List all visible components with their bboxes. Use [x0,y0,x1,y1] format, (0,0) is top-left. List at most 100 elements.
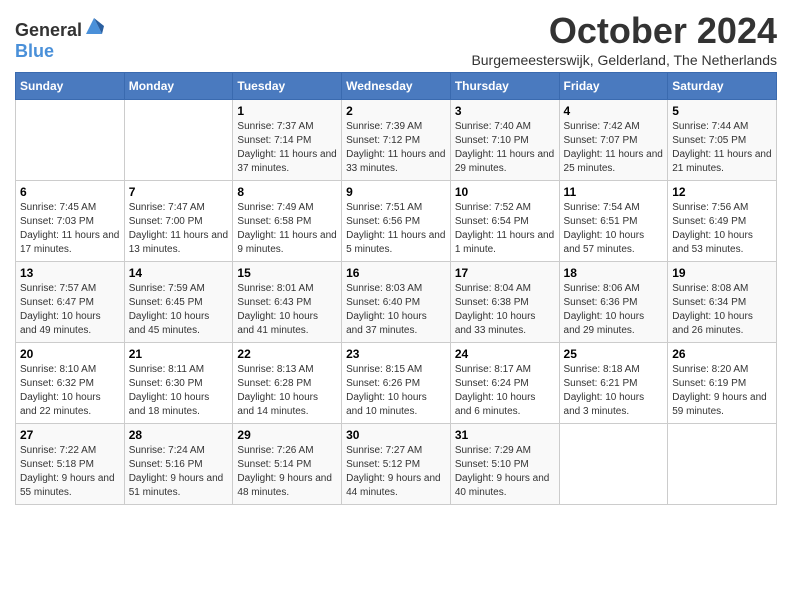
calendar-table: SundayMondayTuesdayWednesdayThursdayFrid… [15,72,777,505]
week-row-1: 1Sunrise: 7:37 AMSunset: 7:14 PMDaylight… [16,100,777,181]
day-cell: 19 Sunrise: 8:08 AMSunset: 6:34 PMDayligh… [668,262,777,343]
logo-text: General Blue [15,16,104,62]
calendar-header: SundayMondayTuesdayWednesdayThursdayFrid… [16,73,777,100]
day-cell [16,100,125,181]
day-number: 29 [237,428,337,442]
day-number: 22 [237,347,337,361]
day-number: 15 [237,266,337,280]
day-cell: 8 Sunrise: 7:49 AMSunset: 6:58 PMDaylight… [233,181,342,262]
day-number: 16 [346,266,446,280]
day-info: Sunrise: 7:52 AMSunset: 6:54 PMDaylight:… [455,201,555,257]
week-row-5: 27Sunrise: 7:22 AMSunset: 5:18 PMDayligh… [16,424,777,505]
day-info: Sunrise: 7:24 AMSunset: 5:16 PMDaylight:… [129,444,229,500]
day-info: Sunrise: 7:57 AMSunset: 6:47 PMDaylight:… [20,282,120,338]
day-info: Sunrise: 8:20 AMSunset: 6:19 PMDaylight:… [672,363,772,419]
day-info: Sunrise: 7:29 AMSunset: 5:10 PMDaylight:… [455,444,555,500]
day-number: 19 [672,266,772,280]
day-header-friday: Friday [559,73,668,100]
calendar-body: 1Sunrise: 7:37 AMSunset: 7:14 PMDaylight… [16,100,777,505]
day-header-saturday: Saturday [668,73,777,100]
day-info: Sunrise: 8:10 AMSunset: 6:32 PMDaylight:… [20,363,120,419]
day-info: Sunrise: 7:45 AMSunset: 7:03 PMDaylight:… [20,201,120,257]
day-number: 8 [237,185,337,199]
day-number: 18 [564,266,664,280]
day-cell [559,424,668,505]
day-cell: 10 Sunrise: 7:52 AMSunset: 6:54 PMDayligh… [450,181,559,262]
day-header-tuesday: Tuesday [233,73,342,100]
day-cell: 26 Sunrise: 8:20 AMSunset: 6:19 PMDayligh… [668,343,777,424]
day-cell: 18Sunrise: 8:06 AMSunset: 6:36 PMDayligh… [559,262,668,343]
day-info: Sunrise: 8:13 AMSunset: 6:28 PMDaylight:… [237,363,337,419]
logo-general: General [15,20,82,40]
day-info: Sunrise: 7:51 AMSunset: 6:56 PMDaylight:… [346,201,446,257]
day-number: 26 [672,347,772,361]
day-info: Sunrise: 7:37 AMSunset: 7:14 PMDaylight:… [237,120,337,176]
day-info: Sunrise: 8:01 AMSunset: 6:43 PMDaylight:… [237,282,337,338]
location-subtitle: Burgemeesterswijk, Gelderland, The Nethe… [471,52,777,68]
day-info: Sunrise: 8:03 AMSunset: 6:40 PMDaylight:… [346,282,446,338]
day-info: Sunrise: 7:42 AMSunset: 7:07 PMDaylight:… [564,120,664,176]
day-cell: 30 Sunrise: 7:27 AMSunset: 5:12 PMDayligh… [342,424,451,505]
day-cell: 15 Sunrise: 8:01 AMSunset: 6:43 PMDayligh… [233,262,342,343]
day-number: 9 [346,185,446,199]
logo: General Blue [15,16,104,62]
day-cell: 7 Sunrise: 7:47 AMSunset: 7:00 PMDaylight… [124,181,233,262]
day-cell: 21 Sunrise: 8:11 AMSunset: 6:30 PMDayligh… [124,343,233,424]
month-title: October 2024 [471,10,777,52]
day-number: 21 [129,347,229,361]
day-number: 10 [455,185,555,199]
title-area: October 2024 Burgemeesterswijk, Gelderla… [471,10,777,68]
day-number: 24 [455,347,555,361]
day-cell: 3Sunrise: 7:40 AMSunset: 7:10 PMDaylight… [450,100,559,181]
day-info: Sunrise: 7:54 AMSunset: 6:51 PMDaylight:… [564,201,664,257]
day-number: 30 [346,428,446,442]
day-info: Sunrise: 7:47 AMSunset: 7:00 PMDaylight:… [129,201,229,257]
day-cell: 11 Sunrise: 7:54 AMSunset: 6:51 PMDayligh… [559,181,668,262]
day-header-wednesday: Wednesday [342,73,451,100]
day-number: 14 [129,266,229,280]
day-number: 12 [672,185,772,199]
day-cell: 28Sunrise: 7:24 AMSunset: 5:16 PMDayligh… [124,424,233,505]
day-cell [124,100,233,181]
week-row-2: 6Sunrise: 7:45 AMSunset: 7:03 PMDaylight… [16,181,777,262]
day-number: 7 [129,185,229,199]
day-number: 25 [564,347,664,361]
logo-blue: Blue [15,41,54,61]
day-header-thursday: Thursday [450,73,559,100]
day-number: 11 [564,185,664,199]
day-cell: 4 Sunrise: 7:42 AMSunset: 7:07 PMDaylight… [559,100,668,181]
day-info: Sunrise: 7:39 AMSunset: 7:12 PMDaylight:… [346,120,446,176]
day-cell: 22 Sunrise: 8:13 AMSunset: 6:28 PMDayligh… [233,343,342,424]
day-cell: 1Sunrise: 7:37 AMSunset: 7:14 PMDaylight… [233,100,342,181]
day-info: Sunrise: 8:15 AMSunset: 6:26 PMDaylight:… [346,363,446,419]
page-header: General Blue October 2024 Burgemeestersw… [15,10,777,68]
day-number: 20 [20,347,120,361]
day-cell: 2 Sunrise: 7:39 AMSunset: 7:12 PMDaylight… [342,100,451,181]
day-cell: 23 Sunrise: 8:15 AMSunset: 6:26 PMDayligh… [342,343,451,424]
day-number: 31 [455,428,555,442]
day-cell: 20 Sunrise: 8:10 AMSunset: 6:32 PMDayligh… [16,343,125,424]
day-cell: 14 Sunrise: 7:59 AMSunset: 6:45 PMDayligh… [124,262,233,343]
day-number: 3 [455,104,555,118]
day-cell: 17Sunrise: 8:04 AMSunset: 6:38 PMDayligh… [450,262,559,343]
day-info: Sunrise: 7:49 AMSunset: 6:58 PMDaylight:… [237,201,337,257]
day-cell: 13 Sunrise: 7:57 AMSunset: 6:47 PMDayligh… [16,262,125,343]
day-header-sunday: Sunday [16,73,125,100]
day-cell: 5Sunrise: 7:44 AMSunset: 7:05 PMDaylight… [668,100,777,181]
day-number: 17 [455,266,555,280]
day-info: Sunrise: 8:11 AMSunset: 6:30 PMDaylight:… [129,363,229,419]
day-cell: 6Sunrise: 7:45 AMSunset: 7:03 PMDaylight… [16,181,125,262]
day-info: Sunrise: 8:08 AMSunset: 6:34 PMDaylight:… [672,282,772,338]
day-info: Sunrise: 7:27 AMSunset: 5:12 PMDaylight:… [346,444,446,500]
day-info: Sunrise: 7:59 AMSunset: 6:45 PMDaylight:… [129,282,229,338]
day-info: Sunrise: 8:17 AMSunset: 6:24 PMDaylight:… [455,363,555,419]
day-number: 2 [346,104,446,118]
week-row-4: 20 Sunrise: 8:10 AMSunset: 6:32 PMDayligh… [16,343,777,424]
day-number: 27 [20,428,120,442]
day-number: 13 [20,266,120,280]
day-number: 4 [564,104,664,118]
day-cell: 24 Sunrise: 8:17 AMSunset: 6:24 PMDayligh… [450,343,559,424]
day-info: Sunrise: 7:26 AMSunset: 5:14 PMDaylight:… [237,444,337,500]
day-cell: 12Sunrise: 7:56 AMSunset: 6:49 PMDayligh… [668,181,777,262]
day-number: 23 [346,347,446,361]
